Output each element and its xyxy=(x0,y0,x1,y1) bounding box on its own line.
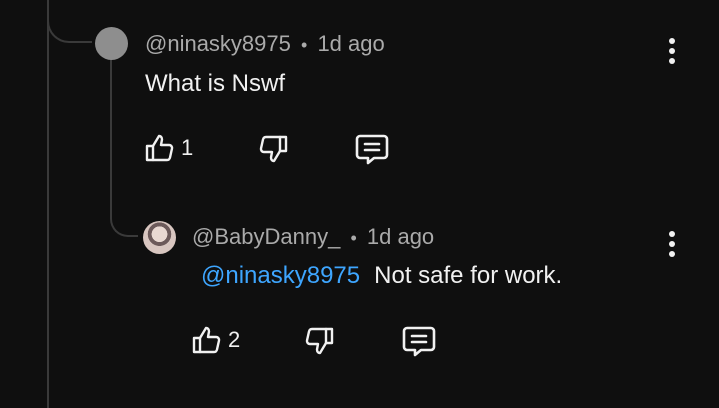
dislike-icon xyxy=(258,134,288,164)
reply-handle[interactable]: @BabyDanny_ xyxy=(192,224,340,249)
meta-separator: • xyxy=(301,35,308,55)
reply-dislike-button[interactable] xyxy=(304,326,334,356)
reply-like-button[interactable]: 2 xyxy=(192,325,240,355)
reply-text-line: @ninasky8975 Not safe for work. xyxy=(201,262,562,290)
comment-dislike-button[interactable] xyxy=(258,134,288,164)
comment-like-count: 1 xyxy=(181,135,194,160)
thread-curve-top xyxy=(47,0,92,43)
reply-reply-button[interactable] xyxy=(402,326,436,358)
reply-more-icon[interactable] xyxy=(666,230,678,258)
reply-time: 1d ago xyxy=(366,224,435,249)
reply-icon xyxy=(355,134,389,166)
comment-time: 1d ago xyxy=(317,31,385,56)
comment-more-icon[interactable] xyxy=(666,37,678,65)
like-icon xyxy=(192,325,222,355)
reply-text: Not safe for work. xyxy=(374,262,563,289)
reply-avatar[interactable] xyxy=(143,221,176,254)
dislike-icon xyxy=(304,326,334,356)
reply-like-count: 2 xyxy=(228,327,241,352)
reply-icon xyxy=(402,326,436,358)
thread-line-inner xyxy=(110,58,112,208)
comment-reply-button[interactable] xyxy=(355,134,389,166)
thread-line-outer xyxy=(47,0,49,408)
reply-mention-link[interactable]: @ninasky8975 xyxy=(201,262,360,289)
reply-meta: @BabyDanny_ • 1d ago xyxy=(192,224,434,250)
meta-separator: • xyxy=(350,228,357,248)
comment-avatar[interactable] xyxy=(95,27,128,60)
like-icon xyxy=(145,133,175,163)
comment-meta: @ninasky8975 • 1d ago xyxy=(145,31,385,57)
thread-curve-reply xyxy=(110,195,138,237)
comment-text: What is Nswf xyxy=(145,70,286,97)
comment-like-button[interactable]: 1 xyxy=(145,133,193,163)
comment-handle[interactable]: @ninasky8975 xyxy=(145,31,291,56)
